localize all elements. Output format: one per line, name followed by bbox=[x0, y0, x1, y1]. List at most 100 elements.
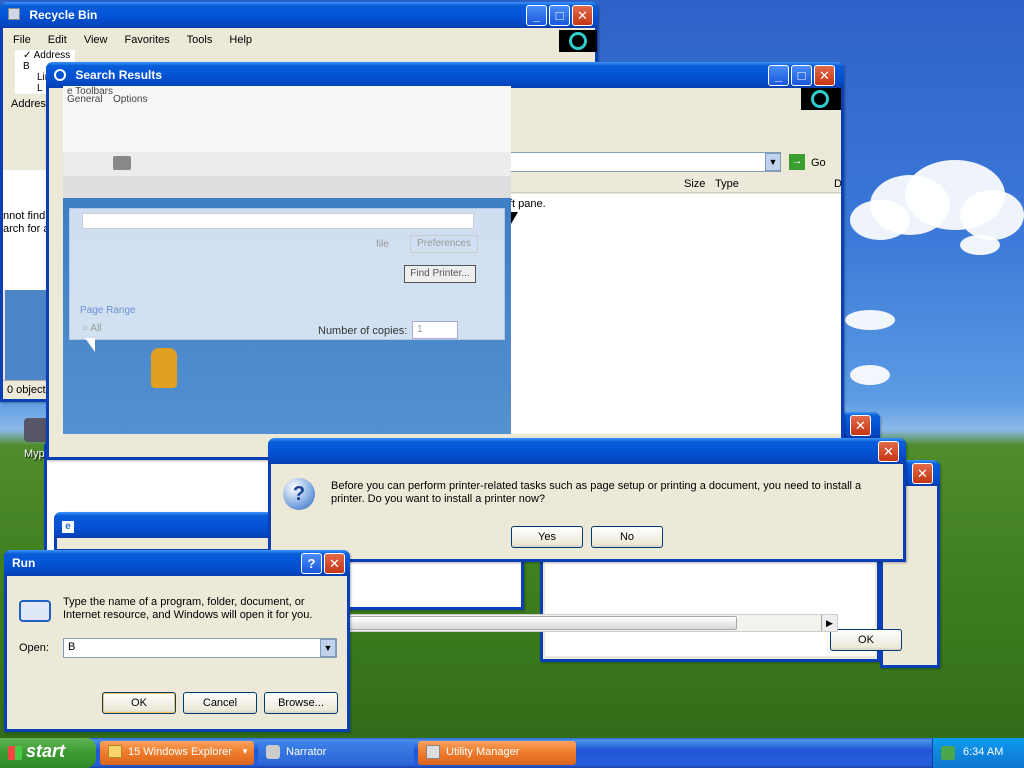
taskbar-item-utility-manager[interactable]: Utility Manager bbox=[418, 741, 576, 765]
list-header: Size Type D bbox=[509, 176, 842, 193]
toolbar-label: e Toolbars bbox=[67, 86, 113, 97]
horizontal-scrollbar[interactable]: ▶ bbox=[348, 614, 838, 632]
open-dropdown-button[interactable]: ▼ bbox=[320, 639, 336, 657]
open-input[interactable]: B bbox=[63, 638, 337, 658]
cancel-button[interactable]: Cancel bbox=[183, 692, 257, 714]
start-label: start bbox=[26, 741, 66, 761]
clock[interactable]: 6:34 AM bbox=[963, 746, 1003, 758]
close-button[interactable]: ✕ bbox=[912, 463, 933, 484]
ghost-preferences-button: Preferences bbox=[410, 235, 478, 253]
chevron-down-icon: ▼ bbox=[241, 747, 249, 756]
search-results-window: Search Results _ □ ✕ ▼ → Go Size Type D … bbox=[46, 62, 844, 460]
ghost-copies-label: Number of copies: bbox=[318, 325, 408, 337]
yes-button[interactable]: Yes bbox=[511, 526, 583, 548]
ie-titlebar[interactable]: e bbox=[54, 512, 272, 538]
no-button[interactable]: No bbox=[591, 526, 663, 548]
open-label: Open: bbox=[19, 642, 49, 654]
cloud bbox=[960, 190, 1024, 240]
menu-edit[interactable]: Edit bbox=[48, 34, 67, 46]
close-button[interactable]: ✕ bbox=[324, 553, 345, 574]
menu-help[interactable]: Help bbox=[229, 34, 252, 46]
taskbar-item-windows-explorer[interactable]: 15 Windows Explorer ▼ bbox=[100, 741, 254, 765]
close-button[interactable]: ✕ bbox=[878, 441, 899, 462]
menu-favorites[interactable]: Favorites bbox=[125, 34, 170, 46]
search-results-title: Search Results bbox=[75, 68, 163, 82]
run-titlebar[interactable]: Run ? ✕ bbox=[4, 550, 350, 576]
status-bar: 0 object bbox=[3, 380, 49, 398]
menu-view[interactable]: View bbox=[84, 34, 108, 46]
taskbar-item-label: 15 Windows Explorer bbox=[128, 746, 232, 758]
folder-icon bbox=[108, 745, 122, 758]
maximize-button[interactable]: □ bbox=[549, 5, 570, 26]
recycle-bin-titlebar[interactable]: Recycle Bin _ □ ✕ bbox=[0, 2, 598, 28]
windows-flag-icon bbox=[8, 746, 22, 760]
ghost-page-range: Page Range bbox=[80, 305, 136, 316]
ghost-all-radio: ○ All bbox=[82, 323, 102, 334]
ghost-panel: file Preferences Find Printer... Page Ra… bbox=[69, 208, 505, 340]
tray-icon[interactable] bbox=[941, 746, 955, 760]
pane-message: ft pane. bbox=[509, 198, 546, 210]
address-dropdown-button[interactable]: ▼ bbox=[765, 153, 781, 171]
question-icon: ? bbox=[283, 478, 315, 510]
recycle-bin-menubar: File Edit View Favorites Tools Help bbox=[13, 34, 266, 46]
help-button[interactable]: ? bbox=[301, 553, 322, 574]
ok-button[interactable]: OK bbox=[102, 692, 176, 714]
speech-bubble-tail bbox=[85, 338, 95, 352]
column-header-d[interactable]: D bbox=[834, 178, 842, 190]
back-ok-button[interactable]: OK bbox=[830, 629, 902, 651]
address-input[interactable] bbox=[509, 152, 781, 172]
ghost-find-printer-button: Find Printer... bbox=[404, 265, 476, 283]
menu-file[interactable]: File bbox=[13, 34, 31, 46]
close-button[interactable]: ✕ bbox=[850, 415, 871, 436]
cloud bbox=[850, 200, 910, 240]
narrator-icon bbox=[266, 745, 280, 759]
printer-dialog: ✕ ? Before you can perform printer-relat… bbox=[268, 438, 906, 562]
scroll-right-button[interactable]: ▶ bbox=[821, 615, 837, 631]
run-dialog: Run ? ✕ Type the name of a program, fold… bbox=[4, 550, 350, 732]
close-button[interactable]: ✕ bbox=[814, 65, 835, 86]
recycle-bin-title: Recycle Bin bbox=[29, 8, 98, 22]
browse-button[interactable]: Browse... bbox=[264, 692, 338, 714]
left-blue-panel bbox=[5, 290, 49, 382]
start-button[interactable]: start bbox=[0, 738, 96, 768]
ie-window: e bbox=[54, 512, 272, 552]
minimize-button[interactable]: _ bbox=[768, 65, 789, 86]
printer-dialog-titlebar[interactable]: ✕ bbox=[268, 438, 906, 464]
go-button[interactable]: Go bbox=[811, 157, 826, 169]
minimize-button[interactable]: _ bbox=[526, 5, 547, 26]
desktop-icon-label: Myp bbox=[24, 448, 45, 460]
cloud bbox=[845, 310, 895, 330]
taskbar: start 15 Windows Explorer ▼ Narrator Uti… bbox=[0, 738, 1024, 768]
taskbar-item-label: Narrator bbox=[286, 746, 327, 758]
assistant-dog-icon[interactable] bbox=[151, 348, 177, 388]
close-button[interactable]: ✕ bbox=[572, 5, 593, 26]
tab-options[interactable]: Options bbox=[113, 94, 147, 105]
results-pane: ft pane. bbox=[509, 194, 841, 434]
utility-manager-icon bbox=[426, 745, 440, 759]
search-results-titlebar[interactable]: Search Results _ □ ✕ bbox=[46, 62, 844, 88]
windows-logo bbox=[559, 30, 597, 52]
taskbar-item-narrator[interactable]: Narrator bbox=[258, 741, 414, 765]
scrollbar-thumb[interactable] bbox=[349, 616, 737, 630]
ie-icon: e bbox=[62, 521, 74, 533]
companion-blue-area: file Preferences Find Printer... Page Ra… bbox=[63, 198, 511, 434]
search-icon bbox=[54, 69, 66, 81]
maximize-button[interactable]: □ bbox=[791, 65, 812, 86]
go-arrow-icon[interactable]: → bbox=[789, 154, 805, 170]
ghost-file-label: file bbox=[376, 239, 389, 250]
column-header-size[interactable]: Size bbox=[684, 178, 705, 190]
column-header-type[interactable]: Type bbox=[715, 178, 739, 190]
taskbar-item-label: Utility Manager bbox=[446, 746, 520, 758]
cloud bbox=[850, 365, 890, 385]
status-text: 0 object bbox=[7, 384, 46, 396]
logo-ring-icon bbox=[569, 32, 587, 50]
logo-ring-icon bbox=[811, 90, 829, 108]
partial-text-line: nnot find bbox=[3, 210, 46, 222]
menu-tools[interactable]: Tools bbox=[187, 34, 213, 46]
recycle-bin-icon bbox=[8, 8, 20, 20]
run-title: Run bbox=[12, 556, 36, 570]
windows-logo bbox=[801, 88, 841, 110]
run-icon bbox=[19, 600, 51, 622]
left-partial-pane: nnot find arch for a bbox=[3, 170, 51, 290]
system-tray: 6:34 AM bbox=[932, 738, 1024, 768]
